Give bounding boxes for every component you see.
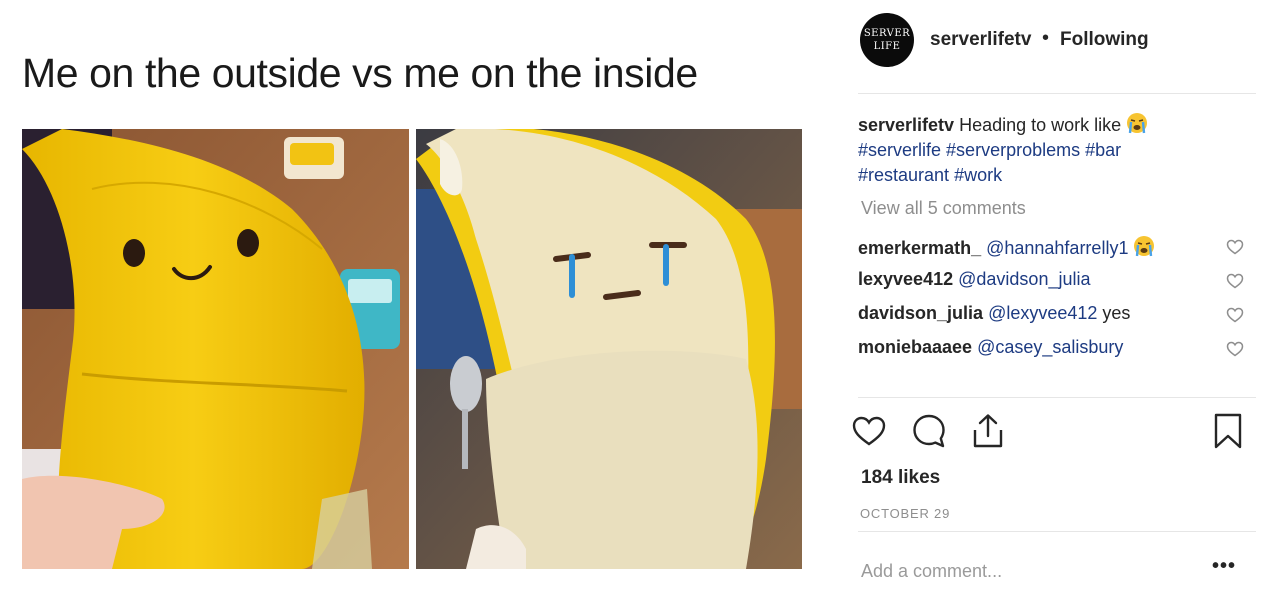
comment-heart-icon[interactable] <box>1226 239 1244 255</box>
post-date: OCTOBER 29 <box>860 506 951 521</box>
comment-mention[interactable]: @davidson_julia <box>958 269 1090 289</box>
comments-divider <box>858 397 1256 398</box>
post-header: SERVER LIFE serverlifetv • Following <box>858 10 1256 76</box>
smiling-banana-image <box>22 129 409 569</box>
hashtag-link[interactable]: #serverlife <box>858 140 941 160</box>
comment-bubble-icon[interactable] <box>910 412 948 450</box>
crying-face-emoji <box>1127 113 1148 134</box>
hashtag-link[interactable]: #work <box>954 165 1002 185</box>
avatar[interactable]: SERVER LIFE <box>860 13 914 67</box>
comment-row: davidson_julia @lexyvee412 yes <box>858 303 1256 329</box>
comment-text: yes <box>1102 303 1131 323</box>
caption-text: Heading to work like <box>959 115 1122 135</box>
crying-face-emoji <box>1134 236 1155 257</box>
bookmark-icon[interactable] <box>1209 412 1247 450</box>
comment-mention[interactable]: @hannahfarrelly1 <box>986 238 1128 258</box>
crying-banana-image <box>416 129 802 569</box>
comment-row: emerkermath_ @hannahfarrelly1 <box>858 235 1256 261</box>
comment-username[interactable]: davidson_julia <box>858 303 983 323</box>
caption-username[interactable]: serverlifetv <box>858 115 954 135</box>
comment-username[interactable]: lexyvee412 <box>858 269 953 289</box>
heart-icon[interactable] <box>850 412 888 450</box>
outside-banana-photo <box>22 129 409 569</box>
comment-username[interactable]: moniebaaaee <box>858 337 972 357</box>
avatar-text-top: SERVER <box>863 28 911 39</box>
following-button[interactable]: Following <box>1060 29 1149 51</box>
post-caption: serverlifetv Heading to work like #serve… <box>858 112 1198 188</box>
comment-row: moniebaaaee @casey_salisbury <box>858 337 1256 363</box>
share-icon[interactable] <box>969 412 1007 450</box>
action-bar <box>852 412 1256 452</box>
hashtag-link[interactable]: #restaurant <box>858 165 949 185</box>
comment-row: lexyvee412 @davidson_julia <box>858 269 1256 295</box>
comment-username[interactable]: emerkermath_ <box>858 238 981 258</box>
more-options-button[interactable]: ••• <box>1212 555 1236 578</box>
comment-heart-icon[interactable] <box>1226 307 1244 323</box>
header-divider <box>858 93 1256 94</box>
comment-heart-icon[interactable] <box>1226 273 1244 289</box>
add-comment-input[interactable] <box>861 558 1201 584</box>
avatar-text-bottom: LIFE <box>873 41 901 52</box>
footer-divider <box>858 531 1256 532</box>
comment-mention[interactable]: @lexyvee412 <box>988 303 1097 323</box>
post-media[interactable]: Me on the outside vs me on the inside <box>0 0 830 592</box>
hashtag-link[interactable]: #serverproblems <box>946 140 1080 160</box>
comment-heart-icon[interactable] <box>1226 341 1244 357</box>
post-sidebar: SERVER LIFE serverlifetv • Following ser… <box>852 0 1256 592</box>
meme-caption: Me on the outside vs me on the inside <box>22 50 698 96</box>
likes-count[interactable]: 184 likes <box>861 467 940 489</box>
comment-mention[interactable]: @casey_salisbury <box>977 337 1123 357</box>
view-all-comments-link[interactable]: View all 5 comments <box>861 198 1026 219</box>
inside-banana-photo <box>416 129 802 569</box>
username-link[interactable]: serverlifetv <box>930 29 1031 51</box>
hashtag-link[interactable]: #bar <box>1085 140 1121 160</box>
header-separator: • <box>1042 27 1050 49</box>
